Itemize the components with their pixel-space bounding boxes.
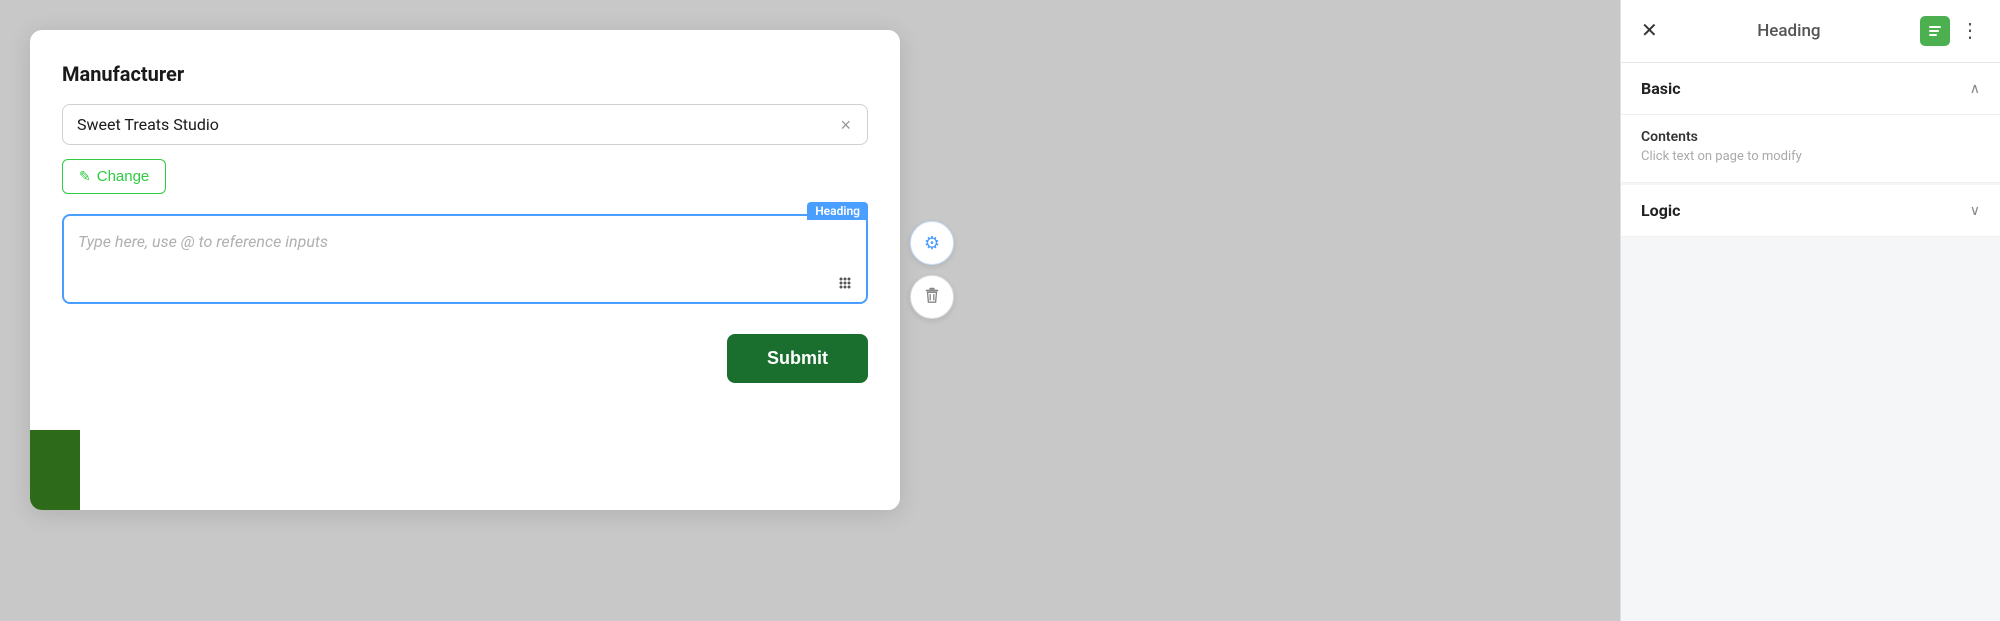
right-panel: ✕ Heading ⋮ Basic ∧ Contents Click text … — [1620, 0, 2000, 621]
heading-textarea-placeholder: Type here, use @ to reference inputs — [78, 232, 328, 251]
change-button-label: Change — [97, 168, 150, 185]
settings-floating-button[interactable]: ⚙ — [910, 221, 954, 265]
panel-header: ✕ Heading ⋮ — [1621, 0, 2000, 63]
heading-badge: Heading — [807, 202, 868, 220]
contents-hint: Click text on page to modify — [1641, 149, 1980, 164]
dots-grid-icon — [836, 274, 854, 292]
panel-logic-section-header[interactable]: Logic ∨ — [1621, 185, 2000, 237]
modal-title: Manufacturer — [62, 62, 868, 86]
panel-header-title: Heading — [1757, 21, 1820, 41]
delete-floating-button[interactable] — [910, 275, 954, 319]
panel-basic-content: Contents Click text on page to modify — [1621, 115, 2000, 183]
panel-basic-section-header[interactable]: Basic ∧ — [1621, 63, 2000, 115]
manufacturer-input-value: Sweet Treats Studio — [77, 115, 838, 134]
heading-dots-button[interactable] — [836, 274, 854, 292]
floating-buttons-container: ⚙ — [910, 221, 954, 319]
logic-chevron-icon: ∨ — [1970, 203, 1980, 219]
main-canvas: Manufacturer Sweet Treats Studio × ✎ Cha… — [0, 0, 1620, 621]
edit-icon: ✎ — [79, 168, 91, 185]
modal-card: Manufacturer Sweet Treats Studio × ✎ Cha… — [30, 30, 900, 510]
change-button[interactable]: ✎ Change — [62, 159, 166, 194]
gear-icon: ⚙ — [924, 233, 940, 254]
panel-heading-type-icon — [1920, 16, 1950, 46]
panel-basic-section: Basic ∧ Contents Click text on page to m… — [1621, 63, 2000, 183]
panel-basic-title: Basic — [1641, 79, 1681, 98]
panel-logic-section: Logic ∨ — [1621, 185, 2000, 237]
bg-green-corner — [30, 430, 80, 510]
submit-button[interactable]: Submit — [727, 334, 868, 383]
panel-logic-title: Logic — [1641, 201, 1680, 220]
contents-label: Contents — [1641, 129, 1980, 145]
panel-close-button[interactable]: ✕ — [1641, 21, 1658, 41]
panel-header-right: ⋮ — [1920, 16, 1980, 46]
trash-icon — [923, 286, 941, 309]
basic-chevron-icon: ∧ — [1970, 81, 1980, 97]
heading-textarea-wrapper[interactable]: Heading Type here, use @ to reference in… — [62, 214, 868, 304]
panel-more-button[interactable]: ⋮ — [1960, 21, 1980, 41]
manufacturer-input-wrapper: Sweet Treats Studio × — [62, 104, 868, 145]
text-icon — [1927, 23, 1943, 39]
manufacturer-clear-button[interactable]: × — [838, 116, 853, 134]
